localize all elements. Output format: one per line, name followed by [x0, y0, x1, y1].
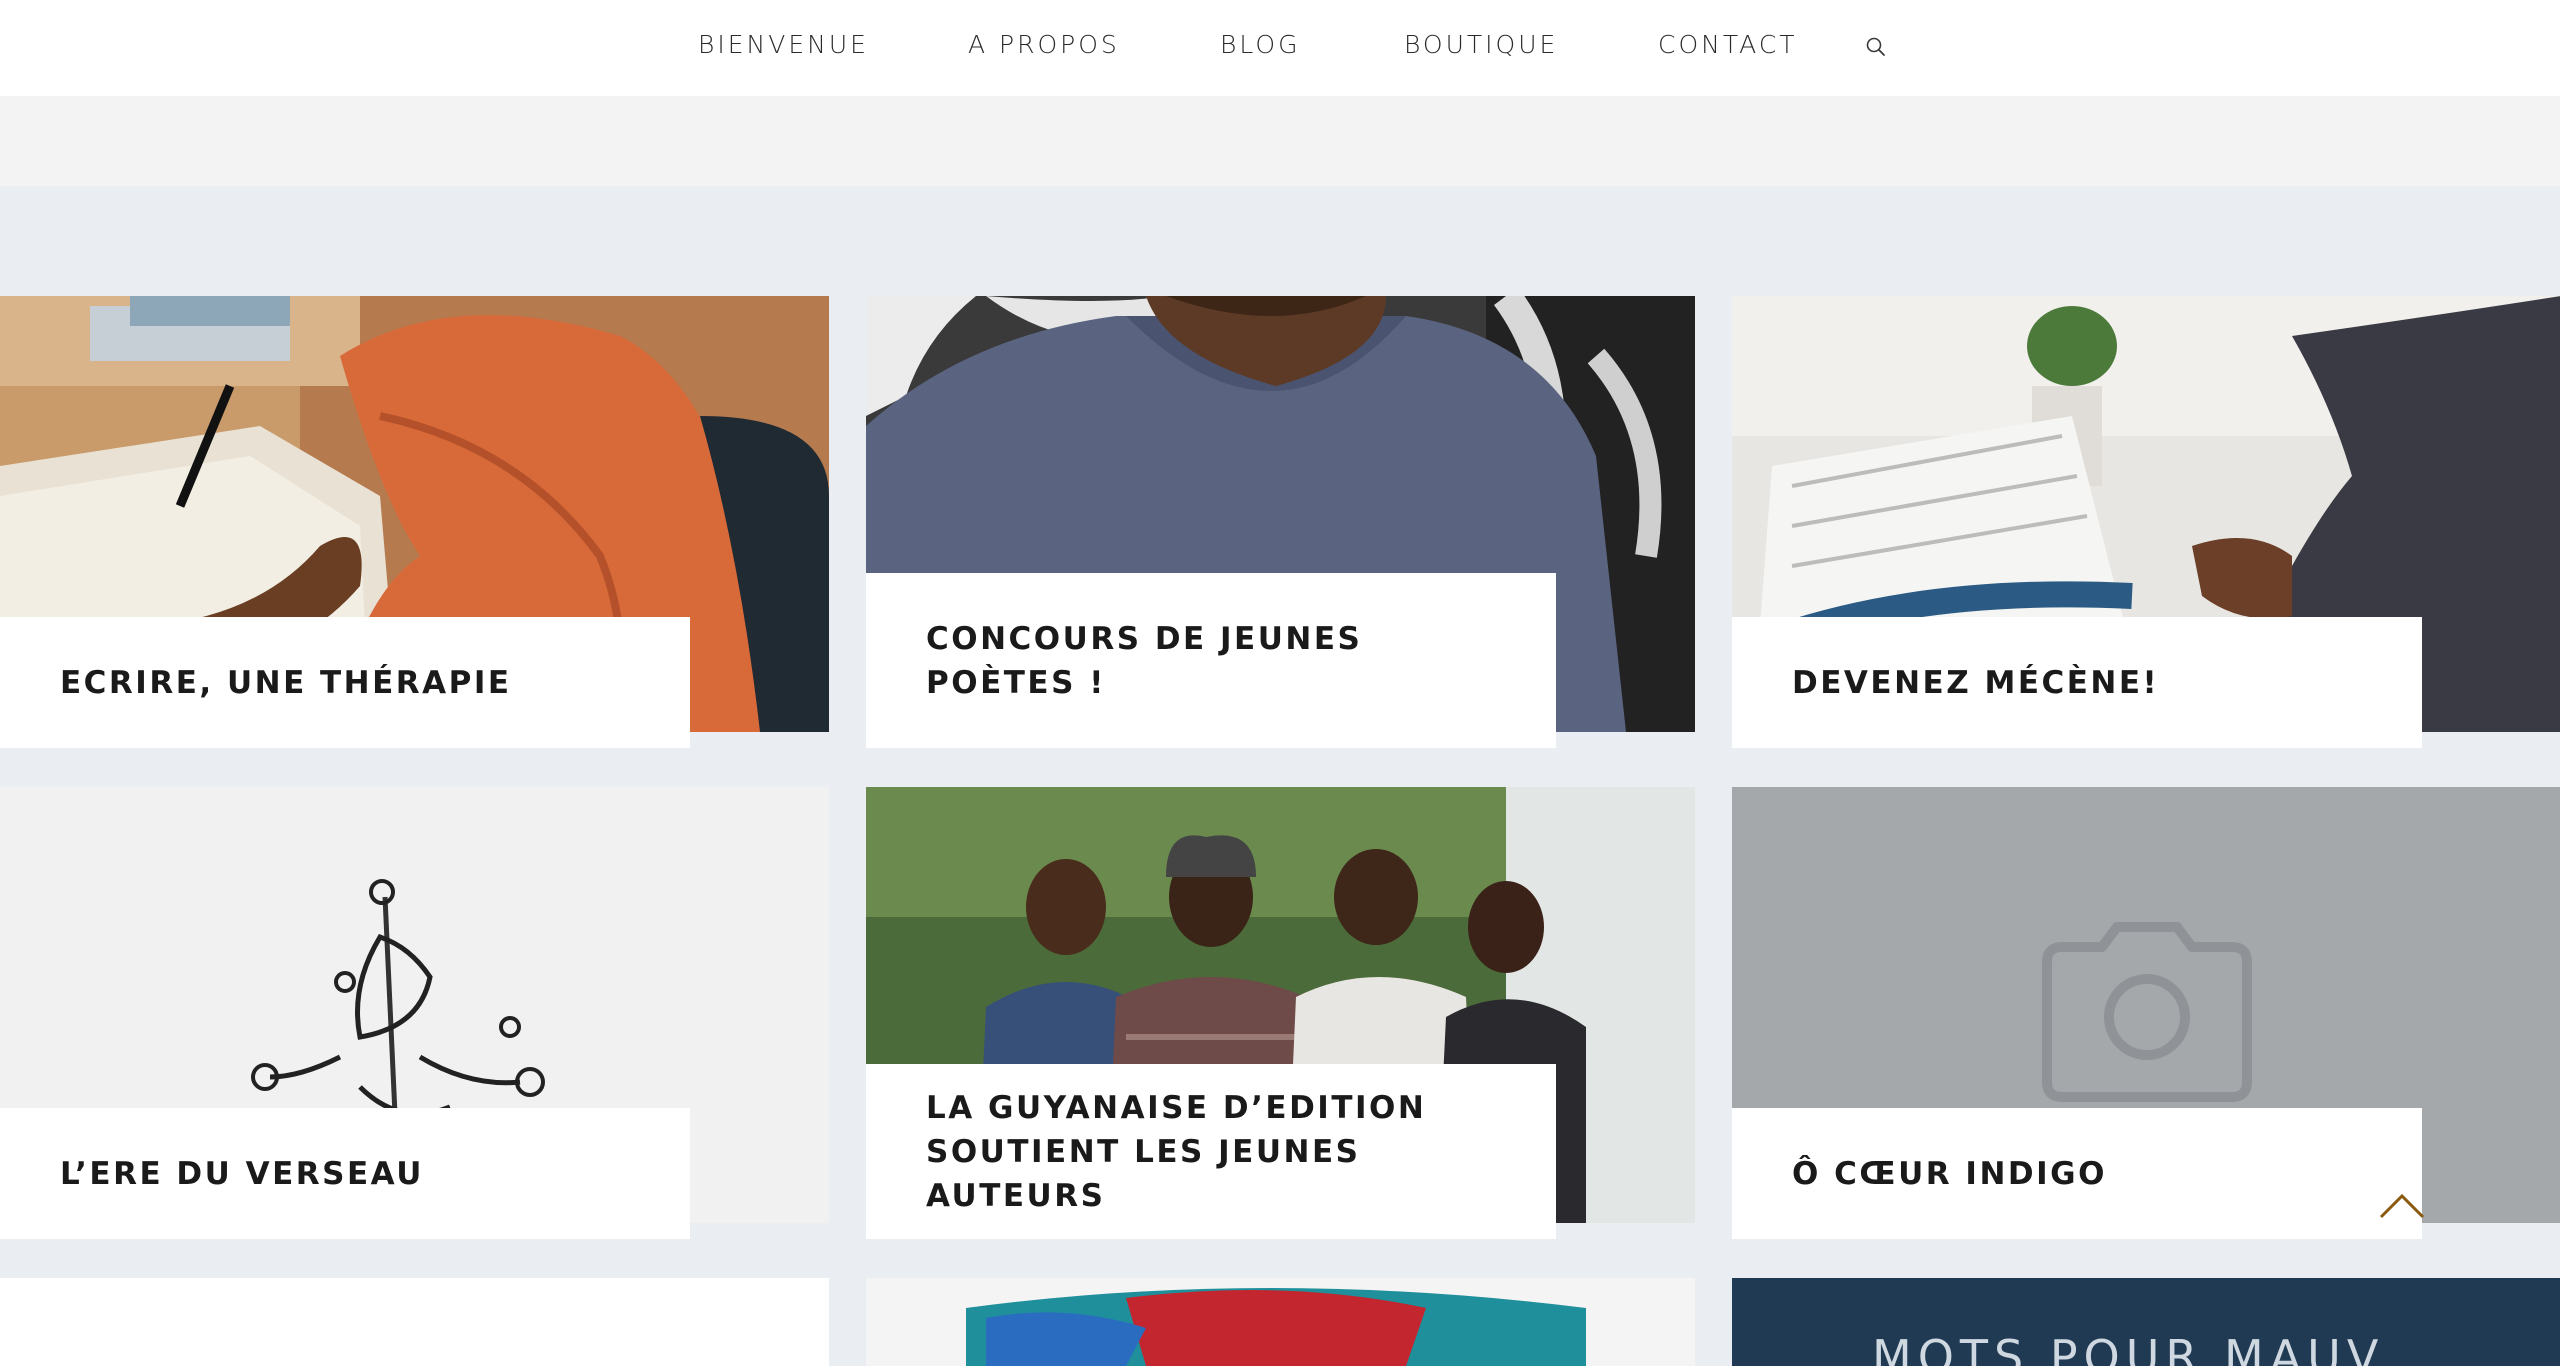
post-card[interactable]: ECRIRE, UNE THÉRAPIE	[0, 296, 829, 748]
post-title-box: Ô CŒUR INDIGO	[1732, 1108, 2422, 1239]
post-title[interactable]: L’ERE DU VERSEAU	[60, 1152, 424, 1196]
post-title-box: LA GUYANAISE D’EDITION SOUTIENT LES JEUN…	[866, 1064, 1556, 1239]
nav-item-contact[interactable]: CONTACT	[1658, 30, 1798, 59]
post-card[interactable]: LA GUYANAISE D’EDITION SOUTIENT LES JEUN…	[866, 787, 1695, 1239]
post-title[interactable]: Ô CŒUR INDIGO	[1792, 1152, 2107, 1196]
search-icon[interactable]	[1862, 33, 1892, 63]
post-card[interactable]	[866, 1278, 1695, 1366]
book-cover-text: MOTS POUR MAUV	[1872, 1330, 2385, 1366]
post-card[interactable]: Ô CŒUR INDIGO	[1732, 787, 2560, 1239]
nav-item-boutique[interactable]: BOUTIQUE	[1404, 30, 1558, 59]
post-title-box: CONCOURS DE JEUNES POÈTES !	[866, 573, 1556, 748]
post-title[interactable]: LA GUYANAISE D’EDITION SOUTIENT LES JEUN…	[926, 1086, 1496, 1218]
nav-item-bienvenue[interactable]: BIENVENUE	[698, 30, 869, 59]
post-card[interactable]	[0, 1278, 829, 1366]
colorful-hair-photo	[866, 1278, 1695, 1366]
post-card[interactable]: DEVENEZ MÉCÈNE!	[1732, 296, 2560, 748]
post-title[interactable]: CONCOURS DE JEUNES POÈTES !	[926, 617, 1496, 705]
blank-photo	[0, 1278, 829, 1366]
post-card[interactable]: L’ERE DU VERSEAU	[0, 787, 829, 1239]
main-nav: BIENVENUE A PROPOS BLOG BOUTIQUE CONTACT	[0, 0, 2560, 96]
post-title-box: DEVENEZ MÉCÈNE!	[1732, 617, 2422, 748]
post-title-box: ECRIRE, UNE THÉRAPIE	[0, 617, 690, 748]
post-title[interactable]: DEVENEZ MÉCÈNE!	[1792, 661, 2159, 705]
chevron-up-icon[interactable]	[2378, 1190, 2426, 1220]
post-title-box: L’ERE DU VERSEAU	[0, 1108, 690, 1239]
book-cover-photo: MOTS POUR MAUV	[1732, 1278, 2560, 1366]
post-title[interactable]: ECRIRE, UNE THÉRAPIE	[60, 661, 512, 705]
post-card[interactable]: CONCOURS DE JEUNES POÈTES !	[866, 296, 1695, 748]
nav-item-blog[interactable]: BLOG	[1220, 30, 1300, 59]
nav-item-a-propos[interactable]: A PROPOS	[968, 30, 1120, 59]
post-card[interactable]: MOTS POUR MAUV	[1732, 1278, 2560, 1366]
header-spacer-band	[0, 96, 2560, 186]
